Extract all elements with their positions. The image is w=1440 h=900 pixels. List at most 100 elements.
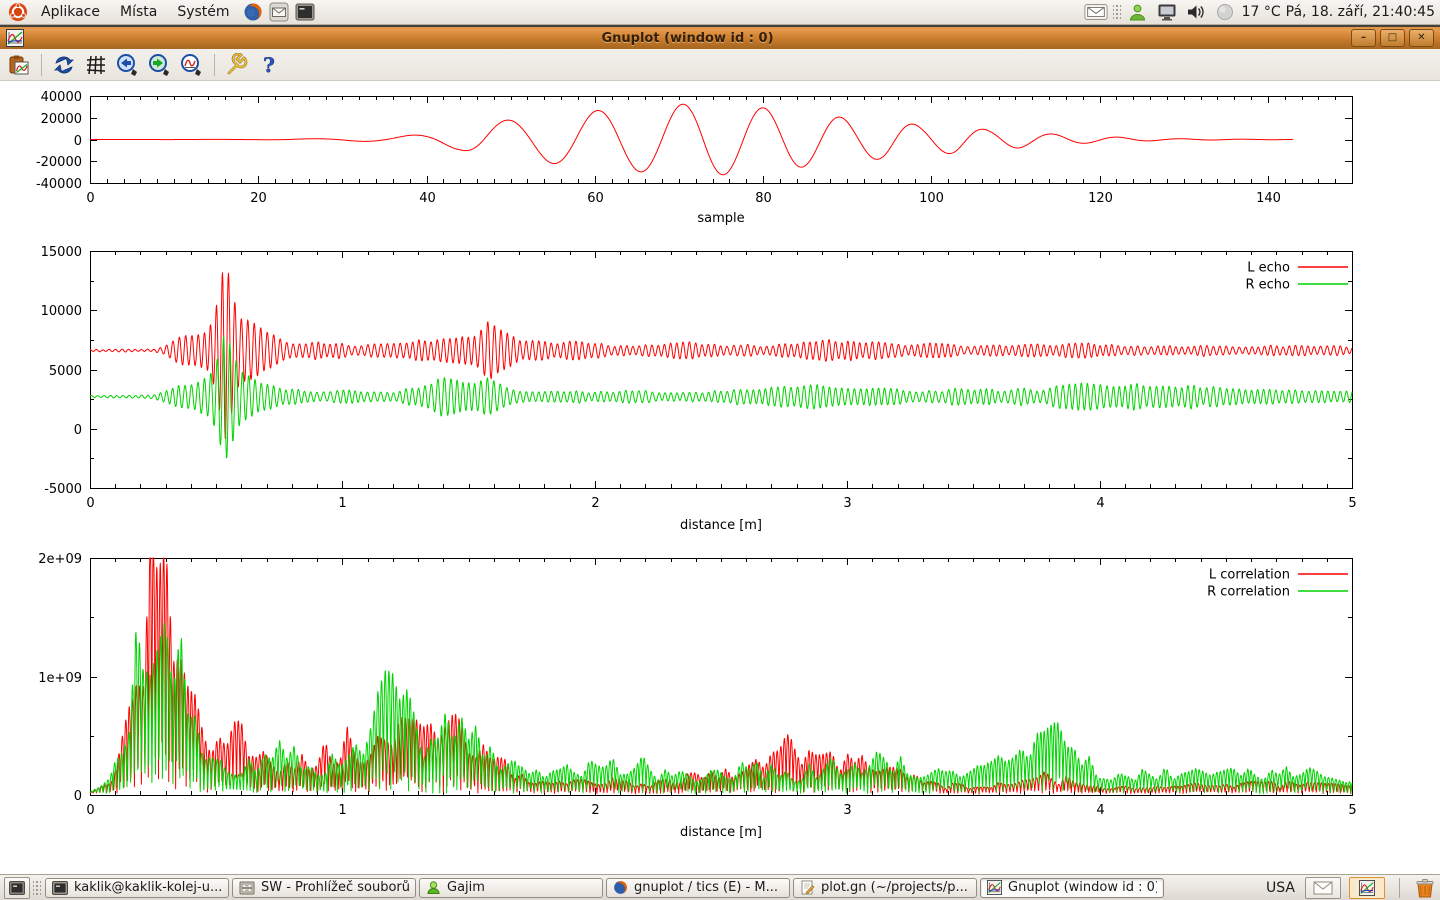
help-icon: ? — [258, 53, 280, 77]
svg-text:15000: 15000 — [41, 245, 82, 260]
clock-label[interactable]: Pá, 18. září, 21:40:45 — [1286, 4, 1435, 20]
svg-text:-40000: -40000 — [36, 177, 82, 192]
autoscale-icon — [179, 52, 205, 78]
series-R correlation — [90, 623, 1352, 793]
close-button[interactable]: ✕ — [1409, 29, 1434, 47]
task-button-firefox[interactable]: gnuplot / tics (E) - M... — [606, 878, 790, 898]
svg-text:40: 40 — [419, 191, 436, 206]
mail-icon — [1313, 881, 1333, 895]
task-label: gnuplot / tics (E) - M... — [634, 880, 778, 895]
taskbar-separator — [1399, 878, 1400, 898]
svg-text:distance [m]: distance [m] — [680, 518, 762, 533]
temperature-label[interactable]: 17 °C — [1242, 4, 1281, 20]
autoscale-button[interactable] — [178, 52, 206, 78]
svg-text:10000: 10000 — [41, 304, 82, 319]
task-label: plot.gn (~/projects/p... — [821, 880, 968, 895]
replot-button[interactable] — [50, 52, 78, 78]
window-selector-button[interactable] — [4, 877, 30, 899]
mail-notification-icon[interactable] — [1084, 0, 1108, 24]
task-label: kaklik@kaklik-kolej-u... — [74, 880, 222, 895]
next-zoom-button[interactable] — [146, 52, 174, 78]
terminal-launcher-icon[interactable] — [293, 0, 317, 24]
svg-text:1e+09: 1e+09 — [38, 671, 82, 686]
svg-text:-5000: -5000 — [44, 482, 82, 497]
svg-text:L correlation: L correlation — [1209, 568, 1290, 583]
task-button-terminal[interactable]: kaklik@kaklik-kolej-u... — [45, 878, 229, 898]
gnuplot-charts[interactable]: 020406080100120140-40000-200000200004000… — [0, 81, 1440, 874]
window-list: kaklik@kaklik-kolej-u... SW - Prohlížeč … — [45, 878, 1164, 898]
configure-button[interactable] — [223, 52, 251, 78]
replot-icon — [52, 53, 76, 77]
minimize-button[interactable]: – — [1351, 29, 1376, 47]
svg-text:1: 1 — [338, 496, 346, 511]
svg-text:2e+09: 2e+09 — [38, 552, 82, 567]
copy-plot-icon — [7, 53, 31, 77]
text-editor-icon — [800, 880, 815, 895]
svg-text:60: 60 — [587, 191, 604, 206]
volume-icon[interactable] — [1184, 0, 1208, 24]
svg-text:120: 120 — [1088, 191, 1113, 206]
svg-text:0: 0 — [86, 496, 94, 511]
maximize-button[interactable]: □ — [1380, 29, 1405, 47]
svg-text:0: 0 — [86, 803, 94, 818]
series-R echo — [90, 337, 1352, 458]
previous-zoom-icon — [115, 52, 141, 78]
desktop: Aplikace Místa Systém — [0, 0, 1440, 900]
svg-text:5: 5 — [1348, 803, 1356, 818]
svg-text:3: 3 — [843, 496, 851, 511]
ubuntu-menu-icon[interactable] — [6, 0, 30, 24]
menu-system[interactable]: Systém — [168, 1, 238, 23]
display-icon[interactable] — [1155, 0, 1179, 24]
svg-text:?: ? — [263, 53, 275, 77]
applet-handle[interactable] — [33, 879, 41, 897]
weather-icon[interactable] — [1213, 0, 1237, 24]
terminal-applet-icon — [9, 881, 25, 895]
configure-icon — [225, 53, 249, 77]
tray-gnuplot-button[interactable] — [1349, 877, 1385, 899]
svg-text:20: 20 — [250, 191, 267, 206]
grid-icon — [85, 54, 107, 76]
trash-icon — [1414, 877, 1436, 899]
toolbar-separator — [214, 54, 215, 76]
copy-plot-button[interactable] — [5, 52, 33, 78]
svg-text:0: 0 — [86, 191, 94, 206]
trash-button[interactable] — [1414, 877, 1436, 899]
gajim-icon — [426, 880, 441, 895]
top-panel: Aplikace Místa Systém — [0, 0, 1440, 25]
applet-handle[interactable] — [1113, 3, 1121, 21]
gnuplot-icon — [1359, 880, 1375, 896]
series-chirp signal — [90, 104, 1293, 175]
svg-text:40000: 40000 — [41, 90, 82, 105]
svg-text:3: 3 — [843, 803, 851, 818]
help-button[interactable]: ? — [255, 52, 283, 78]
gnuplot-window-icon — [6, 29, 24, 47]
taskbar: kaklik@kaklik-kolej-u... SW - Prohlížeč … — [0, 874, 1440, 900]
grid-button[interactable] — [82, 52, 110, 78]
keyboard-layout-indicator[interactable]: USA — [1266, 880, 1295, 896]
tray-mail-button[interactable] — [1305, 877, 1341, 899]
window-titlebar[interactable]: Gnuplot (window id : 0) – □ ✕ — [0, 27, 1440, 49]
series-L echo — [90, 273, 1352, 439]
task-button-gnuplot[interactable]: Gnuplot (window id : 0) — [980, 878, 1164, 898]
task-label: Gnuplot (window id : 0) — [1008, 880, 1157, 895]
mail-launcher-icon[interactable] — [267, 0, 291, 24]
svg-text:5: 5 — [1348, 496, 1356, 511]
task-button-text-editor[interactable]: plot.gn (~/projects/p... — [793, 878, 977, 898]
svg-text:100: 100 — [919, 191, 944, 206]
svg-text:4: 4 — [1096, 496, 1104, 511]
plot-canvas: 020406080100120140-40000-200000200004000… — [0, 81, 1440, 874]
firefox-icon — [613, 880, 628, 895]
svg-text:2: 2 — [591, 803, 599, 818]
task-button-gajim[interactable]: Gajim — [419, 878, 603, 898]
menu-applications[interactable]: Aplikace — [32, 1, 109, 23]
menu-places[interactable]: Místa — [111, 1, 166, 23]
svg-text:0: 0 — [74, 134, 82, 149]
task-button-file-manager[interactable]: SW - Prohlížeč souborů — [232, 878, 416, 898]
chart-2: 01234501e+092e+09distance [m]L correlati… — [38, 552, 1356, 840]
user-switcher-icon[interactable] — [1126, 0, 1150, 24]
terminal-icon — [52, 881, 68, 895]
svg-text:1: 1 — [338, 803, 346, 818]
gnuplot-icon — [987, 880, 1002, 895]
firefox-launcher-icon[interactable] — [241, 0, 265, 24]
previous-zoom-button[interactable] — [114, 52, 142, 78]
